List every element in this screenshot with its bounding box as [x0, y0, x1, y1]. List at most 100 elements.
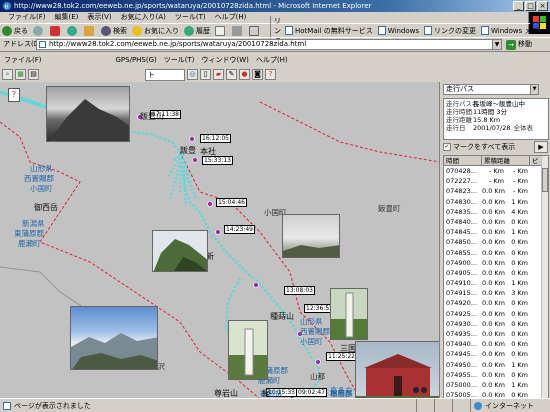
table-row[interactable]: 074900...0.0 Km0 Km- [444, 258, 548, 268]
table-row[interactable]: 074940...0.0 Km0 Km- [444, 339, 548, 349]
page-icon [424, 26, 432, 35]
help-icon[interactable]: ? [265, 69, 276, 80]
gps-icon[interactable]: ◎ [187, 69, 198, 80]
stop-button[interactable] [50, 25, 62, 36]
link-customize[interactable]: リンクの変更 [424, 26, 476, 36]
menu-tools[interactable]: ツール(T) [175, 12, 206, 23]
close-button[interactable]: × [537, 1, 548, 11]
car-icon[interactable]: ▰ [213, 69, 224, 80]
waypoint-time-label[interactable]: 15:04:46 [216, 198, 247, 207]
mail-button[interactable] [215, 25, 227, 36]
waypoint-time-label[interactable]: 16:12:05 [200, 134, 231, 143]
map-place-label: 尊岩山 [214, 389, 238, 398]
address-dropdown-button[interactable]: ▼ [492, 40, 501, 49]
table-row[interactable]: 074845...0.0 Km1 Km- [444, 227, 548, 237]
marker-icon[interactable]: ● [239, 69, 250, 80]
table-cell: 0.0 Km [482, 380, 505, 389]
map-place-label: 西置賜郡 [300, 327, 330, 336]
maximize-button[interactable]: □ [525, 1, 536, 11]
globe-icon [474, 402, 482, 410]
menu-favorites[interactable]: お気に入り(A) [121, 12, 166, 23]
menu-help[interactable]: ヘルプ(H) [215, 12, 247, 23]
edit-button[interactable] [249, 25, 261, 36]
camera-icon[interactable]: ◙ [252, 69, 263, 80]
link-windows[interactable]: Windows [377, 26, 419, 35]
track-type-dropdown[interactable]: 走行パス ▼ [443, 84, 539, 95]
table-cell: 0 Km [511, 268, 528, 277]
table-row[interactable]: 075000...0.0 Km1 Km- [444, 380, 548, 390]
menu-view[interactable]: 表示(V) [87, 12, 111, 23]
table-row[interactable]: 074823...0.0 Km- Km- [444, 186, 548, 196]
table-row[interactable]: 074835...0.0 Km4 Km- [444, 207, 548, 217]
back-button[interactable]: 戻る [2, 25, 28, 36]
photo-summit-mist[interactable] [46, 86, 130, 142]
table-row[interactable]: 074855...0.0 Km0 Km- [444, 248, 548, 258]
table-row[interactable]: 070428...- Km- Km- [444, 166, 548, 176]
zoom-icon[interactable]: ⌕ [2, 69, 13, 80]
pen-icon[interactable]: ✎ [226, 69, 237, 80]
show-all-marks-checkbox[interactable]: ✓ マークをすべて表示 [443, 141, 533, 153]
table-row[interactable]: 074850...0.0 Km0 Km- [444, 237, 548, 247]
column-time[interactable]: 時間 [444, 156, 482, 165]
history-button[interactable]: 履歴 [184, 25, 210, 36]
refresh-button[interactable] [67, 25, 79, 36]
table-row[interactable]: 074925...0.0 Km0 Km- [444, 309, 548, 319]
map-view[interactable]: 17:11:38 16:12:05 15:33:13 15:04:46 14:23:49… [0, 82, 440, 399]
phs-icon[interactable]: ▯ [200, 69, 211, 80]
menu-file[interactable]: ファイル(F) [8, 12, 46, 23]
minimize-button[interactable]: _ [513, 1, 524, 11]
link-hotmail[interactable]: HotMail の無料サービス [285, 26, 373, 36]
search-button[interactable]: 検索 [101, 25, 127, 36]
table-row[interactable]: 074935...0.0 Km0 Km- [444, 329, 548, 339]
app-select[interactable]: ト [145, 68, 185, 81]
scrollbar-thumb[interactable] [542, 168, 548, 192]
map-corner-marker[interactable]: ? [8, 88, 20, 102]
table-cell: - Km [512, 167, 528, 175]
photo-ridge-green[interactable] [152, 230, 208, 272]
link-windows-media[interactable]: Windows メディア [481, 26, 550, 36]
play-button[interactable]: ▶ [534, 141, 548, 153]
photo-signpost-2[interactable] [330, 288, 368, 340]
app-menu-window[interactable]: ウィンドウ(W) [202, 54, 249, 66]
photo-mountain-hut[interactable] [355, 341, 439, 399]
photo-cloud[interactable] [282, 214, 340, 258]
table-row[interactable]: 074830...0.0 Km1 Km- [444, 197, 548, 207]
photo-alpine-range[interactable] [70, 306, 158, 370]
layer-icon[interactable]: ▤ [28, 69, 39, 80]
table-row[interactable]: 074910...0.0 Km1 Km- [444, 278, 548, 288]
column-distance[interactable]: 累積距離 [482, 156, 530, 165]
favorites-button[interactable]: お気に入り [132, 25, 179, 36]
table-cell: 074905... [446, 268, 478, 277]
table-row[interactable]: 074955...0.0 Km0 Km- [444, 370, 548, 380]
table-row[interactable]: 074930...0.0 Km0 Km- [444, 319, 548, 329]
menu-edit[interactable]: 編集(E) [55, 12, 79, 23]
map-icon[interactable]: ▦ [15, 69, 26, 80]
table-cell: 0 Km [511, 258, 528, 267]
print-button[interactable] [232, 25, 244, 36]
table-row[interactable]: 074915...0.0 Km3 Km- [444, 288, 548, 298]
table-scrollbar[interactable] [541, 156, 548, 398]
waypoint-time-label[interactable]: 09:02:47 [296, 388, 327, 397]
app-menu-file[interactable]: ファイル(F) [4, 54, 42, 66]
address-input[interactable]: http://www28.tok2.com/eeweb.ne.jp/sports… [36, 39, 502, 50]
app-menu-tools[interactable]: ツール(T) [164, 54, 195, 66]
home-button[interactable] [84, 25, 96, 36]
table-row[interactable]: 074905...0.0 Km0 Km- [444, 268, 548, 278]
table-row[interactable]: 072227...- Km- Km- [444, 176, 548, 186]
photo-signpost-1[interactable] [228, 320, 268, 380]
table-row[interactable]: 074950...0.0 Km1 Km- [444, 360, 548, 370]
waypoint-time-label[interactable]: 11:25:22 [326, 352, 357, 361]
waypoint-time-label[interactable]: 14:23:49 [224, 225, 255, 234]
app-menu-help[interactable]: ヘルプ(H) [256, 54, 288, 66]
go-button[interactable]: → 移動 [506, 39, 532, 50]
waypoint-time-label[interactable]: 13:08:03 [284, 286, 315, 295]
forward-button[interactable] [33, 25, 45, 36]
table-row[interactable]: 074920...0.0 Km0 Km- [444, 298, 548, 308]
table-row[interactable]: 074840...0.0 Km0 Km- [444, 217, 548, 227]
app-menu-gps[interactable]: GPS/PHS(G) [116, 54, 157, 66]
page-icon [481, 26, 489, 35]
table-row[interactable]: 074945...0.0 Km0 Km- [444, 349, 548, 359]
waypoint-time-label[interactable]: 15:33:13 [202, 156, 233, 165]
track-point-table[interactable]: 時間 累積距離 ピ 070428...- Km- Km-072227...- K… [443, 155, 549, 399]
show-all-button[interactable]: 全体表 [513, 124, 533, 132]
